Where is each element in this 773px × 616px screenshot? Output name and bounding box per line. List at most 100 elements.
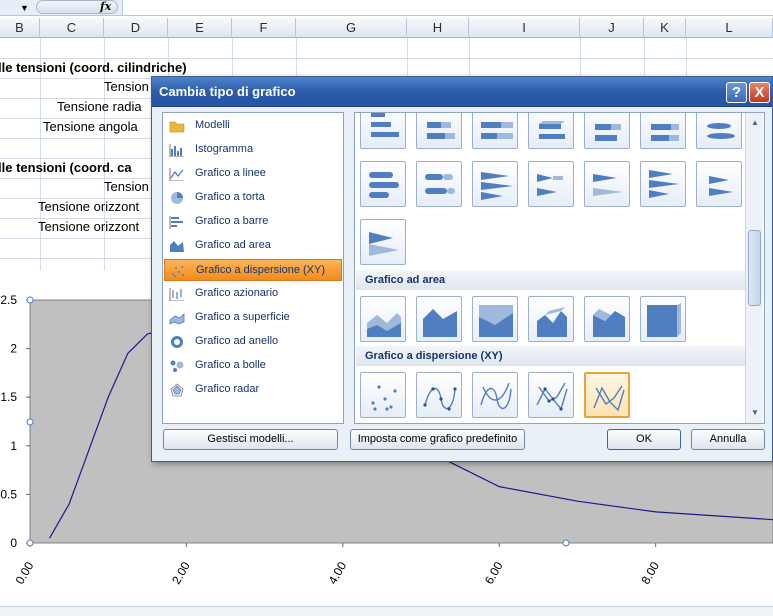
radar-chart-icon bbox=[170, 383, 184, 397]
set-default-chart-button[interactable]: Imposta come grafico predefinito bbox=[350, 429, 525, 450]
chart-category-stock-chart[interactable]: Grafico azionario bbox=[164, 283, 342, 305]
column-header-g[interactable]: G bbox=[296, 18, 407, 38]
x-tick-label: 2.00 bbox=[169, 559, 193, 587]
cell-section-title-cartesian[interactable]: lle tensioni (coord. ca bbox=[0, 160, 132, 175]
cell-label[interactable]: Tension bbox=[104, 79, 149, 94]
dialog-title: Cambia tipo di grafico bbox=[159, 84, 296, 99]
line-chart-icon bbox=[169, 168, 184, 181]
chart-category-label: Istogramma bbox=[195, 143, 254, 155]
cell-label[interactable]: Tension bbox=[104, 179, 149, 194]
bar-chart-icon bbox=[169, 216, 183, 229]
chart-category-radar-chart[interactable]: Grafico radar bbox=[164, 379, 342, 401]
column-header-i[interactable]: I bbox=[469, 18, 580, 38]
chart-subtype-thumb-selected[interactable] bbox=[584, 372, 630, 418]
sheet-bottom-strip bbox=[0, 606, 773, 616]
chart-subtype-thumb[interactable] bbox=[584, 296, 630, 342]
chart-category-label: Grafico a bolle bbox=[195, 359, 266, 371]
chart-subtype-thumb[interactable] bbox=[360, 372, 406, 418]
chart-subtype-thumb[interactable] bbox=[528, 113, 574, 149]
column-header-b[interactable]: B bbox=[0, 18, 40, 38]
column-header-d[interactable]: D bbox=[104, 18, 168, 38]
column-chart-icon bbox=[169, 144, 184, 157]
ok-button[interactable]: OK bbox=[607, 429, 681, 450]
scroll-up-icon[interactable]: ▲ bbox=[747, 115, 763, 131]
x-tick-label: 6.00 bbox=[482, 559, 506, 587]
scrollbar-thumb[interactable] bbox=[748, 230, 761, 306]
column-header-row: B C D E F G H I J K L bbox=[0, 18, 773, 38]
chart-subtype-thumb[interactable] bbox=[416, 161, 462, 207]
x-tick-label: 8.00 bbox=[638, 559, 662, 587]
cancel-button[interactable]: Annulla bbox=[691, 429, 765, 450]
column-header-e[interactable]: E bbox=[168, 18, 232, 38]
chart-subtype-thumb[interactable] bbox=[696, 113, 742, 149]
chart-subtype-thumb[interactable] bbox=[696, 161, 742, 207]
chart-subtype-thumb[interactable] bbox=[360, 113, 406, 149]
chart-subtype-thumb[interactable] bbox=[472, 161, 518, 207]
manage-templates-button[interactable]: Gestisci modelli... bbox=[163, 429, 338, 450]
cell-label[interactable]: Tensione radia bbox=[57, 99, 142, 114]
formula-input[interactable] bbox=[122, 0, 773, 15]
chart-subtype-thumb[interactable] bbox=[528, 161, 574, 207]
chart-subtype-thumb[interactable] bbox=[360, 296, 406, 342]
chart-category-area-chart[interactable]: Grafico ad area bbox=[164, 235, 342, 257]
cell-section-title-cylindrical[interactable]: lle tensioni (coord. cilindriche) bbox=[0, 60, 187, 75]
chart-subtype-thumb[interactable] bbox=[640, 113, 686, 149]
column-header-k[interactable]: K bbox=[644, 18, 686, 38]
chart-subtype-thumb[interactable] bbox=[416, 372, 462, 418]
chart-resize-handle[interactable] bbox=[562, 539, 570, 547]
column-header-c[interactable]: C bbox=[40, 18, 104, 38]
chart-category-pie-chart[interactable]: Grafico a torta bbox=[164, 187, 342, 209]
section-header-area: Grafico ad area bbox=[356, 270, 746, 290]
chart-resize-handle[interactable] bbox=[26, 539, 34, 547]
column-header-j[interactable]: J bbox=[580, 18, 644, 38]
chart-category-surface-chart[interactable]: Grafico a superficie bbox=[164, 307, 342, 329]
chart-category-column-chart[interactable]: Istogramma bbox=[164, 139, 342, 161]
scroll-down-icon[interactable]: ▼ bbox=[747, 405, 763, 421]
chart-subtype-thumb[interactable] bbox=[416, 113, 462, 149]
chart-category-scatter-chart[interactable]: Grafico a dispersione (XY) bbox=[164, 259, 342, 281]
chart-subtype-thumb[interactable] bbox=[360, 161, 406, 207]
insert-function-button[interactable]: fx bbox=[100, 0, 111, 13]
close-button[interactable]: X bbox=[749, 82, 770, 103]
chart-subtype-thumb[interactable] bbox=[472, 296, 518, 342]
chart-category-bubble-chart[interactable]: Grafico a bolle bbox=[164, 355, 342, 377]
chart-subtype-thumb[interactable] bbox=[416, 296, 462, 342]
chart-category-label: Grafico azionario bbox=[195, 287, 279, 299]
chart-subtype-thumb[interactable] bbox=[584, 161, 630, 207]
chart-category-label: Grafico a linee bbox=[195, 167, 266, 179]
column-header-f[interactable]: F bbox=[232, 18, 296, 38]
chart-subtype-thumb[interactable] bbox=[472, 372, 518, 418]
cell-label[interactable]: Tensione orizzont bbox=[38, 199, 139, 214]
chart-category-doughnut-chart[interactable]: Grafico ad anello bbox=[164, 331, 342, 353]
y-tick-label: 0.5 bbox=[0, 487, 17, 501]
y-tick-label: 1 bbox=[10, 439, 17, 453]
chart-subtype-thumb[interactable] bbox=[640, 296, 686, 342]
chart-subtype-thumb[interactable] bbox=[528, 296, 574, 342]
column-header-h[interactable]: H bbox=[407, 18, 469, 38]
chart-subtype-thumb[interactable] bbox=[528, 372, 574, 418]
chart-category-bar-chart[interactable]: Grafico a barre bbox=[164, 211, 342, 233]
stock-chart-icon bbox=[169, 288, 184, 301]
chart-resize-handle[interactable] bbox=[26, 418, 34, 426]
column-header-l[interactable]: L bbox=[686, 18, 773, 38]
name-box-dropdown-icon[interactable]: ▼ bbox=[20, 3, 29, 13]
chart-category-folder[interactable]: Modelli bbox=[164, 115, 342, 137]
chart-category-label: Grafico a dispersione (XY) bbox=[196, 264, 325, 276]
surface-chart-icon bbox=[169, 313, 185, 325]
chart-category-label: Modelli bbox=[195, 119, 230, 131]
chart-category-line-chart[interactable]: Grafico a linee bbox=[164, 163, 342, 185]
gallery-scrollbar[interactable]: ▲ ▼ bbox=[745, 113, 763, 423]
chart-subtype-thumb[interactable] bbox=[360, 219, 406, 265]
chart-subtype-thumb[interactable] bbox=[584, 113, 630, 149]
scatter-chart-icon bbox=[172, 266, 184, 277]
help-button[interactable]: ? bbox=[726, 82, 747, 103]
chart-category-label: Grafico ad area bbox=[195, 239, 271, 251]
chart-subtype-thumb[interactable] bbox=[640, 161, 686, 207]
chart-category-label: Grafico a superficie bbox=[195, 311, 290, 323]
dialog-titlebar[interactable]: Cambia tipo di grafico ? X bbox=[152, 77, 772, 107]
chart-resize-handle[interactable] bbox=[26, 296, 34, 304]
cell-label[interactable]: Tensione angola bbox=[43, 119, 138, 134]
pie-chart-icon bbox=[171, 192, 183, 204]
cell-label[interactable]: Tensione orizzont bbox=[38, 219, 139, 234]
chart-subtype-thumb[interactable] bbox=[472, 113, 518, 149]
